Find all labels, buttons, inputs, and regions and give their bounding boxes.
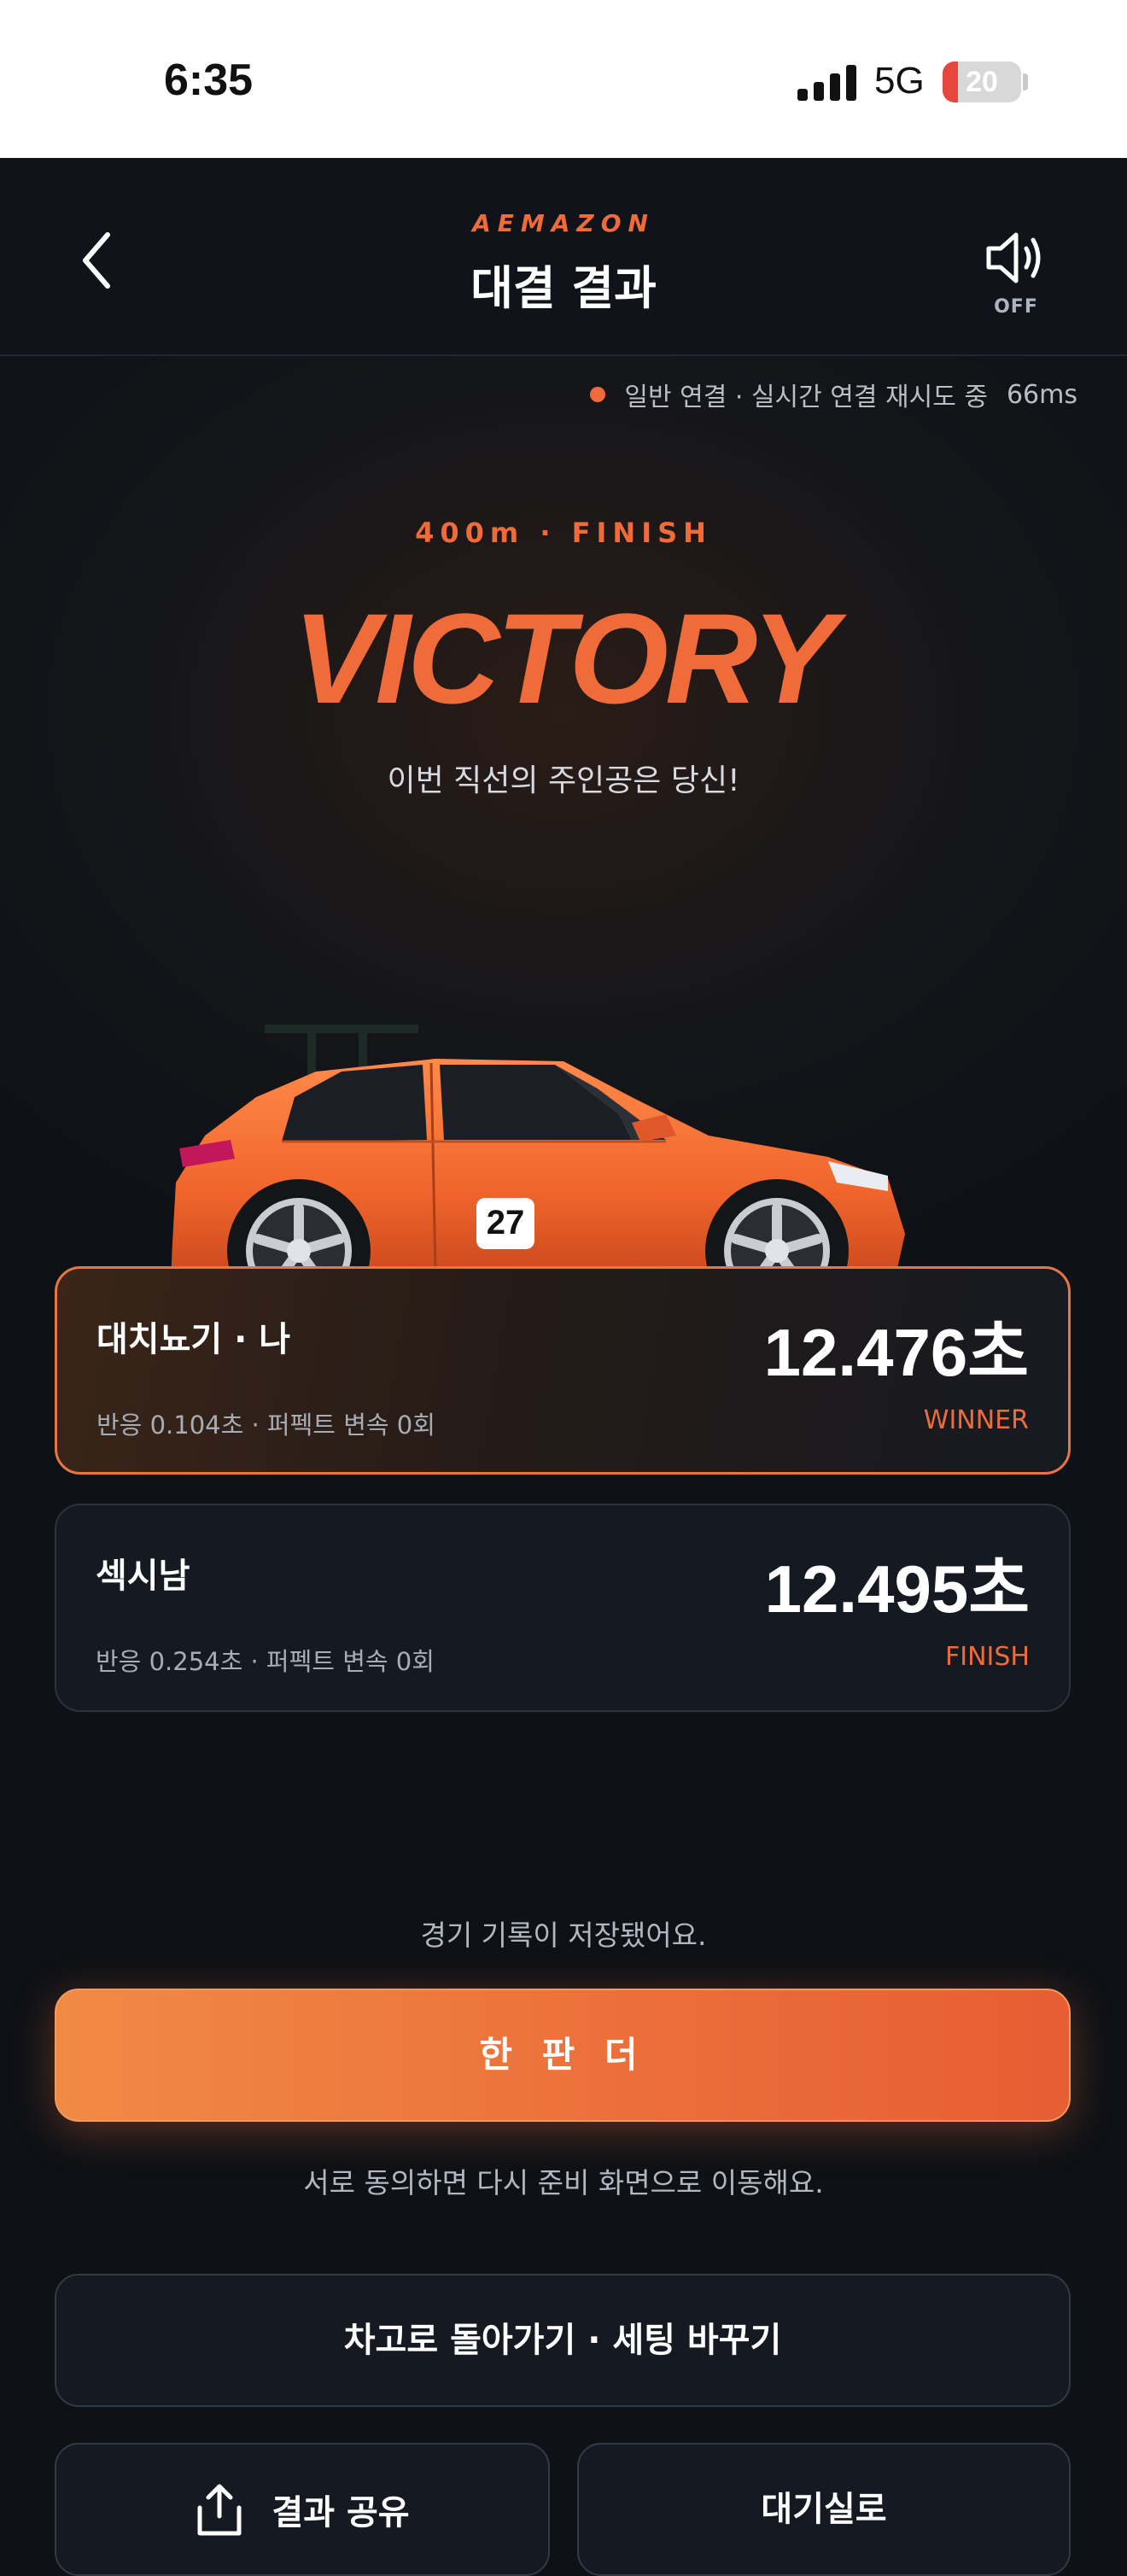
battery-percent: 20 <box>966 66 998 98</box>
racer-card-opponent: 섹시남 12.495초 반응 0.254초 · 퍼펙트 변속 0회 FINISH <box>55 1504 1071 1712</box>
share-button-label: 결과 공유 <box>272 2493 410 2532</box>
racer-time: 12.476초 <box>763 1315 1029 1390</box>
saved-message: 경기 기록이 저장됐어요. <box>420 1919 707 1952</box>
speaker-icon <box>986 232 1041 283</box>
rematch-button[interactable]: 한 판 더 <box>55 1989 1071 2122</box>
car-number-label: 27 <box>487 1204 525 1241</box>
brand-logo: AEMAZON <box>472 209 655 237</box>
race-distance-label: 400m · FINISH <box>415 517 712 549</box>
garage-button-label: 차고로 돌아가기 · 세팅 바꾸기 <box>343 2321 782 2360</box>
battery-icon: 20 <box>943 61 1021 102</box>
result-headline: VICTORY <box>293 587 837 730</box>
app-screen: AEMAZON 대결 결과 OFF 일반 연결 · 실시간 연결 재시도 중 6… <box>0 158 1127 2576</box>
rematch-hint: 서로 동의하면 다시 준비 화면으로 이동해요. <box>303 2166 824 2199</box>
racer-name: 대치뇨기 · 나 <box>96 1320 291 1359</box>
network-type: 5G <box>874 60 925 102</box>
signal-icon <box>797 65 856 101</box>
battery-cap <box>1023 73 1028 91</box>
garage-button[interactable]: 차고로 돌아가기 · 세팅 바꾸기 <box>55 2274 1071 2407</box>
sound-toggle-button[interactable]: OFF <box>982 228 1050 322</box>
status-bar: 6:35 5G 20 <box>0 0 1127 158</box>
lobby-button-label: 대기실로 <box>761 2490 887 2529</box>
result-subtitle: 이번 직선의 주인공은 당신! <box>387 763 740 798</box>
clock: 6:35 <box>164 55 254 105</box>
page-title: 대결 결과 <box>470 261 657 315</box>
rematch-button-label: 한 판 더 <box>479 2034 646 2076</box>
connection-status: 일반 연결 · 실시간 연결 재시도 중 66ms <box>590 376 1077 413</box>
lobby-button[interactable]: 대기실로 <box>577 2443 1071 2576</box>
connection-dot-icon <box>590 387 606 402</box>
share-icon <box>197 2484 242 2536</box>
sound-state-label: OFF <box>994 296 1038 318</box>
racer-stats: 반응 0.254초 · 퍼펙트 변속 0회 <box>96 1647 435 1676</box>
racer-time: 12.495초 <box>764 1551 1030 1627</box>
racer-stats: 반응 0.104초 · 퍼펙트 변속 0회 <box>96 1411 435 1440</box>
share-button[interactable]: 결과 공유 <box>55 2443 550 2576</box>
racer-name: 섹시남 <box>96 1557 190 1596</box>
top-bar: AEMAZON 대결 결과 OFF <box>0 158 1127 356</box>
result-badge: FINISH <box>945 1642 1030 1672</box>
latency-value: 66ms <box>1006 379 1077 410</box>
racer-card-winner: 대치뇨기 · 나 12.476초 반응 0.104초 · 퍼펙트 변속 0회 W… <box>55 1266 1071 1475</box>
result-badge: WINNER <box>923 1405 1029 1435</box>
connection-text: 일반 연결 · 실시간 연결 재시도 중 <box>624 383 988 412</box>
